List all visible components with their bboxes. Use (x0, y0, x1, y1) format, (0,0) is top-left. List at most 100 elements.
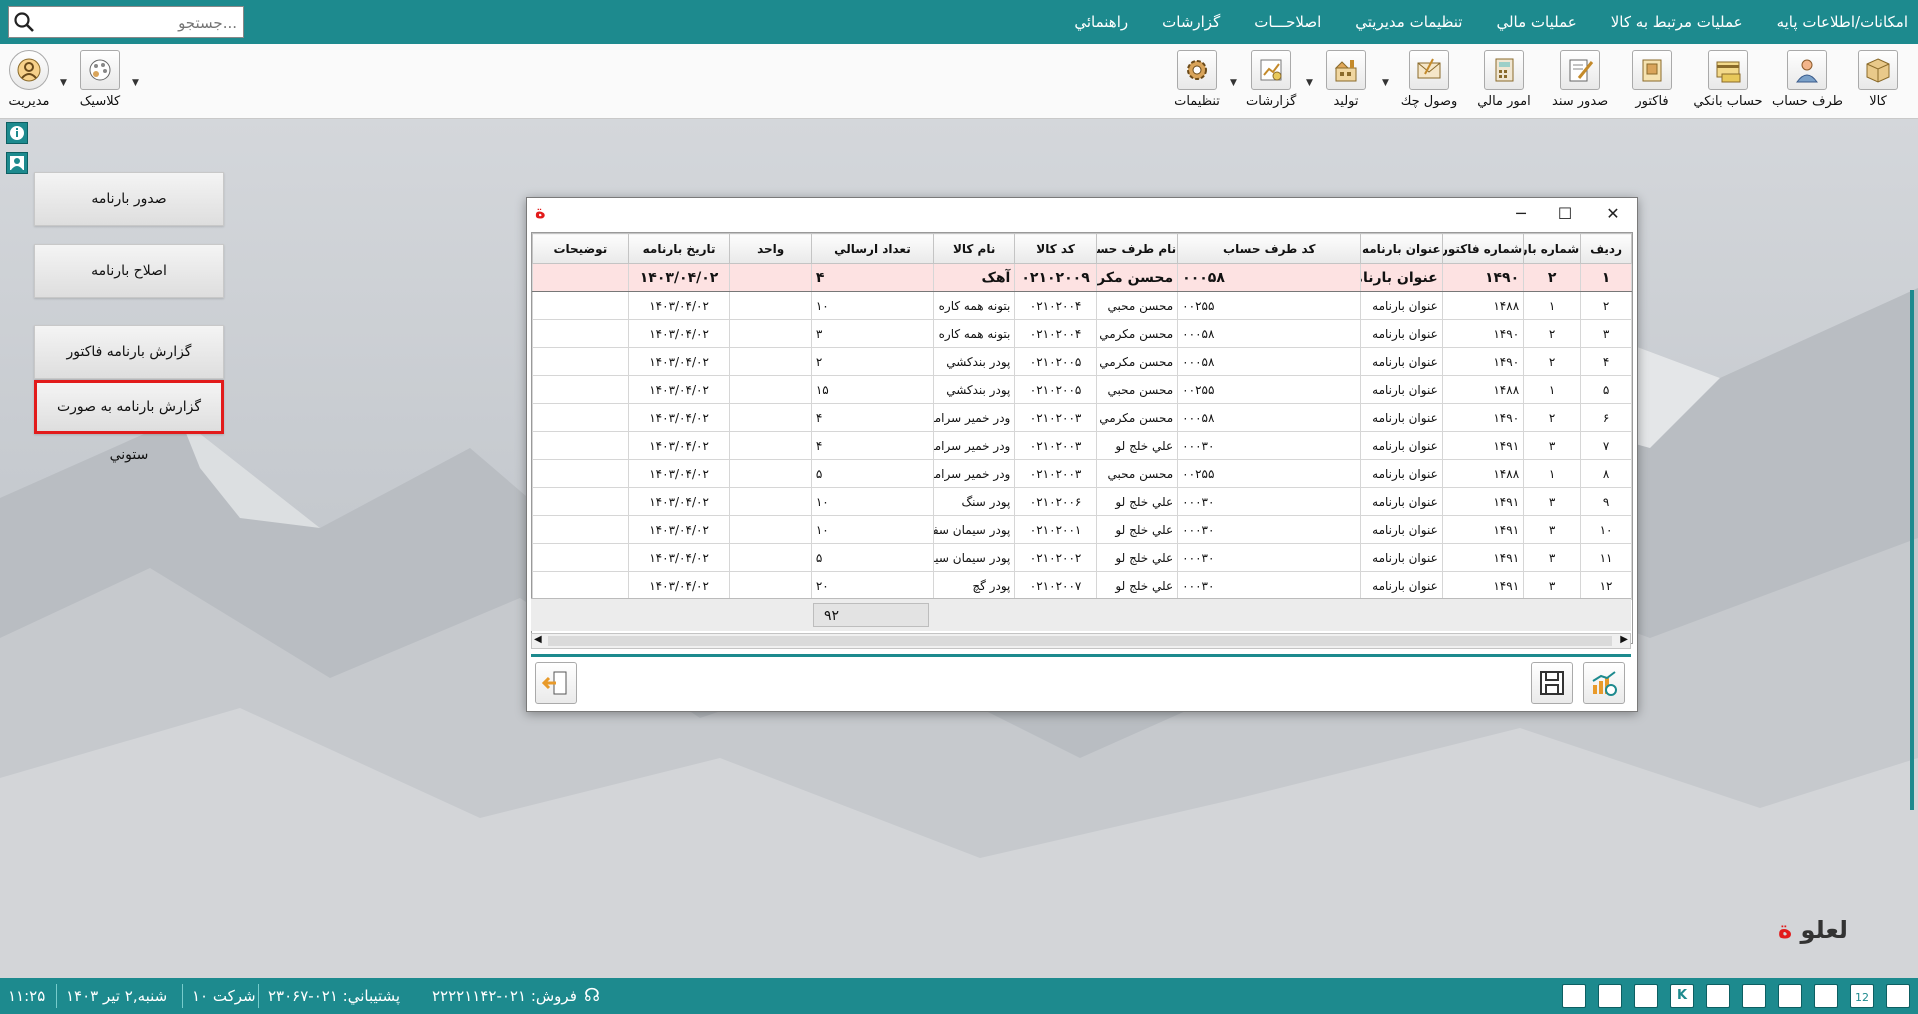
cell-waybill-date[interactable]: ۱۴۰۳/۰۴/۰۲ (627, 487, 731, 516)
col-header-description[interactable]: توضیحات (532, 233, 629, 264)
cell-sent-quantity[interactable]: ۱۵ (810, 375, 934, 404)
menu-financial-operations[interactable]: عملیات مالي (1496, 13, 1576, 31)
cell-goods-name[interactable]: ودر خمیر سرامیک (932, 459, 1016, 488)
table-row[interactable]: ۳ ۲ ۱۴۹۰ عنوان بارنامه ۰۰۰۵۸ محسن مکرمي ۰۲۱۰۲۰… (532, 319, 1632, 348)
cell-row-number[interactable]: ۵ (1580, 375, 1632, 404)
cell-party-name[interactable]: علي خلج لو (1095, 487, 1179, 516)
note-icon[interactable] (1742, 984, 1766, 1008)
cell-row-number[interactable]: ۲ (1580, 291, 1632, 320)
col-header-party-code[interactable]: کد طرف حساب (1177, 233, 1362, 264)
reports-caret-icon[interactable]: ▼ (1306, 78, 1313, 88)
cell-goods-code[interactable]: ۰۲۱۰۲۰۰۵ (1014, 375, 1097, 404)
cell-invoice-number[interactable]: ۱۴۸۸ (1441, 459, 1525, 488)
cell-goods-code[interactable]: ۰۲۱۰۲۰۰۳ (1014, 459, 1097, 488)
cell-waybill-title[interactable]: عنوان بارنامه (1360, 319, 1443, 348)
toolbar-invoice-button[interactable]: فاکتور (1630, 48, 1674, 114)
table-row[interactable]: ۲ ۱ ۱۴۸۸ عنوان بارنامه ۰۰۲۵۵ محسن محبي ۰۲۱۰۲۰۰… (532, 291, 1632, 320)
cell-unit[interactable] (729, 459, 812, 488)
cell-goods-code[interactable]: ۰۲۱۰۲۰۰۲ (1014, 543, 1097, 572)
cell-waybill-title[interactable]: عنوان بارنامه (1360, 431, 1443, 460)
calendar-day-icon[interactable]: 12 (1850, 984, 1874, 1008)
cell-party-name[interactable]: محسن محبي (1095, 375, 1179, 404)
cell-invoice-number[interactable]: ۱۴۹۰ (1441, 319, 1525, 348)
menu-help[interactable]: راهنمائي (1074, 13, 1128, 31)
production-caret-icon[interactable]: ▼ (1382, 78, 1389, 88)
k-shortcut-icon[interactable]: K (1670, 984, 1694, 1008)
cell-row-number[interactable]: ۷ (1580, 431, 1632, 460)
col-header-waybill-title[interactable]: عنوان بارنامه (1360, 233, 1443, 264)
table-row[interactable]: ۱۱ ۳ ۱۴۹۱ عنوان بارنامه ۰۰۰۳۰ علي خلج لو ۰۲۱۰۲… (532, 543, 1632, 572)
cell-party-name[interactable]: محسن محبي (1095, 459, 1179, 488)
cell-sent-quantity[interactable]: ۱۰ (810, 291, 934, 320)
cell-waybill-date[interactable]: ۱۴۰۳/۰۴/۰۲ (627, 459, 731, 488)
cell-waybill-date[interactable]: ۱۴۰۳/۰۴/۰۲ (627, 263, 731, 292)
cell-party-code[interactable]: ۰۰۰۵۸ (1177, 263, 1362, 292)
scrollbar-thumb[interactable] (548, 636, 1612, 646)
cell-goods-name[interactable]: پودر سیمان سفید (932, 515, 1016, 544)
cell-party-name[interactable]: محسن مکرمي (1095, 263, 1179, 292)
cell-goods-name[interactable]: پودر بندکشي (932, 375, 1016, 404)
cell-waybill-title[interactable]: عنوان بارنامه (1360, 263, 1443, 292)
cell-party-code[interactable]: ۰۰۰۳۰ (1177, 431, 1362, 460)
cell-invoice-number[interactable]: ۱۴۹۱ (1441, 487, 1525, 516)
cell-waybill-date[interactable]: ۱۴۰۳/۰۴/۰۲ (627, 571, 731, 600)
toolbar-financial-affairs-button[interactable]: امور مالي (1476, 48, 1532, 114)
cell-waybill-date[interactable]: ۱۴۰۳/۰۴/۰۲ (627, 319, 731, 348)
cell-description[interactable] (532, 263, 629, 292)
table-row[interactable]: ۵ ۱ ۱۴۸۸ عنوان بارنامه ۰۰۲۵۵ محسن محبي ۰۲۱۰۲۰۰… (532, 375, 1632, 404)
cell-invoice-number[interactable]: ۱۴۹۱ (1441, 543, 1525, 572)
scroll-left-icon[interactable]: ◀ (534, 634, 542, 645)
cell-waybill-date[interactable]: ۱۴۰۳/۰۴/۰۲ (627, 543, 731, 572)
cell-party-name[interactable]: محسن مکرمي (1095, 319, 1179, 348)
cell-unit[interactable] (729, 319, 812, 348)
cell-waybill-title[interactable]: عنوان بارنامه (1360, 571, 1443, 600)
table-row[interactable]: ۹ ۳ ۱۴۹۱ عنوان بارنامه ۰۰۰۳۰ علي خلج لو ۰۲۱۰۲۰… (532, 487, 1632, 516)
share-icon[interactable] (1778, 984, 1802, 1008)
user-profile-icon[interactable] (6, 152, 28, 174)
search-icon[interactable] (13, 11, 35, 33)
cell-waybill-number[interactable]: ۳ (1523, 487, 1582, 516)
issue-waybill-button[interactable]: صدور بارنامه (34, 172, 224, 226)
toolbar-management-button[interactable]: مدیریت (6, 48, 52, 114)
cell-goods-code[interactable]: ۰۲۱۰۲۰۰۴ (1014, 319, 1097, 348)
toolbar-account-party-button[interactable]: طرف حساب (1772, 48, 1843, 114)
waybill-grid[interactable]: ردیف شماره بارنامه شماره فاکتور عنوان با… (531, 232, 1633, 644)
cell-party-code[interactable]: ۰۰۰۳۰ (1177, 571, 1362, 600)
cell-goods-name[interactable]: بتونه همه کاره (932, 319, 1016, 348)
headset-icon[interactable]: ☊ (584, 978, 600, 1014)
toolbar-goods-button[interactable]: کالا (1856, 48, 1900, 114)
table-row[interactable]: ۱۰ ۳ ۱۴۹۱ عنوان بارنامه ۰۰۰۳۰ علي خلج لو ۰۲۱۰۲… (532, 515, 1632, 544)
cell-row-number[interactable]: ۴ (1580, 347, 1632, 376)
col-header-sent-quantity[interactable]: تعداد ارسالي (810, 233, 934, 264)
cell-description[interactable] (532, 487, 629, 516)
cell-sent-quantity[interactable]: ۱۰ (810, 487, 934, 516)
cell-unit[interactable] (729, 263, 812, 292)
cell-invoice-number[interactable]: ۱۴۸۸ (1441, 375, 1525, 404)
cell-description[interactable] (532, 571, 629, 600)
report-status-icon[interactable] (1562, 984, 1586, 1008)
cell-goods-code[interactable]: ۰۲۱۰۲۰۰۶ (1014, 487, 1097, 516)
cell-description[interactable] (532, 515, 629, 544)
cell-goods-code[interactable]: ۰۲۱۰۲۰۰۴ (1014, 291, 1097, 320)
cell-waybill-date[interactable]: ۱۴۰۳/۰۴/۰۲ (627, 515, 731, 544)
table-row[interactable]: ۱۲۱۴۹۰عنوان بارنامه۰۰۰۵۸محسن مکرمي۰۲۱۰۲۰… (532, 263, 1632, 292)
cell-waybill-title[interactable]: عنوان بارنامه (1360, 459, 1443, 488)
cell-goods-code[interactable]: ۰۲۱۰۲۰۰۹ (1014, 263, 1097, 292)
cell-unit[interactable] (729, 543, 812, 572)
menu-corrections[interactable]: اصلاحـــات (1254, 13, 1321, 31)
cell-description[interactable] (532, 319, 629, 348)
cell-unit[interactable] (729, 571, 812, 600)
cell-row-number[interactable]: ۶ (1580, 403, 1632, 432)
info-icon[interactable] (6, 122, 28, 144)
toolbar-production-button[interactable]: تولید (1324, 48, 1368, 114)
cell-goods-code[interactable]: ۰۲۱۰۲۰۰۳ (1014, 431, 1097, 460)
menu-basic-info[interactable]: امکانات/اطلاعات پایه (1777, 13, 1908, 31)
col-header-waybill-number[interactable]: شماره بارنامه (1523, 233, 1582, 264)
cell-waybill-title[interactable]: عنوان بارنامه (1360, 487, 1443, 516)
cell-unit[interactable] (729, 375, 812, 404)
management-caret-icon[interactable]: ▼ (60, 78, 67, 88)
cell-invoice-number[interactable]: ۱۴۹۰ (1441, 263, 1525, 292)
cell-party-code[interactable]: ۰۰۲۵۵ (1177, 291, 1362, 320)
cell-goods-name[interactable]: بتونه همه کاره (932, 291, 1016, 320)
cell-unit[interactable] (729, 487, 812, 516)
